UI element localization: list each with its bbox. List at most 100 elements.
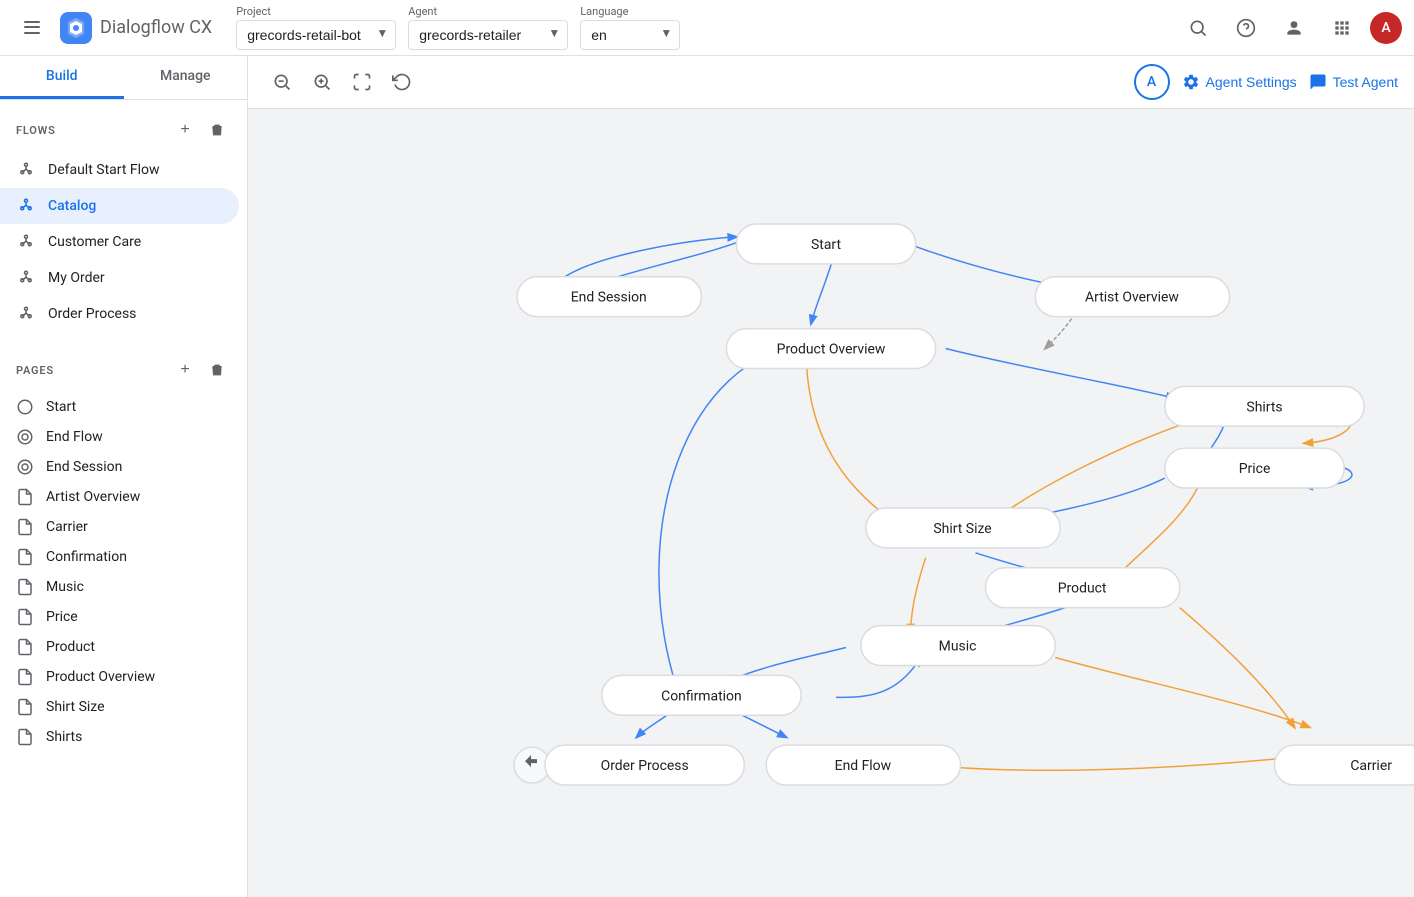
nav-icons: A	[1178, 8, 1402, 48]
page-label: Product	[46, 639, 95, 655]
doc-icon	[16, 578, 34, 596]
flow-icon	[16, 232, 36, 252]
hamburger-button[interactable]	[12, 8, 52, 48]
page-label: End Flow	[46, 429, 103, 445]
page-item-end-flow[interactable]: End Flow	[0, 422, 247, 452]
flows-section: FLOWS + Default Start Flow Catalog	[0, 100, 247, 340]
tab-manage[interactable]: Manage	[124, 56, 248, 99]
pages-actions: +	[171, 356, 231, 384]
page-label: Price	[46, 609, 78, 625]
doc-icon	[16, 668, 34, 686]
page-item-end-session[interactable]: End Session	[0, 452, 247, 482]
search-button[interactable]	[1178, 8, 1218, 48]
zoom-in-icon	[312, 72, 332, 92]
agent-select[interactable]: grecords-retailer	[408, 20, 568, 50]
flows-actions: +	[171, 116, 231, 144]
flows-header: FLOWS +	[0, 108, 247, 152]
delete-page-button[interactable]	[203, 356, 231, 384]
svg-text:Shirt Size: Shirt Size	[933, 521, 991, 537]
doc-icon	[16, 608, 34, 626]
svg-text:Product: Product	[1058, 581, 1107, 597]
sidebar-item-my-order[interactable]: My Order	[0, 260, 239, 296]
help-icon	[1236, 18, 1256, 38]
agent-settings-button[interactable]: Agent Settings	[1182, 73, 1297, 91]
sidebar-item-catalog[interactable]: Catalog	[0, 188, 239, 224]
page-item-carrier[interactable]: Carrier	[0, 512, 247, 542]
project-dropdown: Project grecords-retail-bot ▼	[236, 5, 396, 50]
search-icon	[1188, 18, 1208, 38]
logo-area: Dialogflow CX	[60, 12, 212, 44]
undo-button[interactable]	[384, 64, 420, 100]
canvas-right-tools: A Agent Settings Test Agent	[1134, 64, 1398, 100]
page-item-price[interactable]: Price	[0, 602, 247, 632]
undo-icon	[392, 72, 412, 92]
delete-flow-icon	[209, 122, 225, 138]
svg-text:Artist Overview: Artist Overview	[1085, 290, 1179, 306]
canvas-toolbar: A Agent Settings Test Agent	[248, 56, 1414, 109]
pages-section: PAGES + Start End Flow End Session	[0, 340, 247, 760]
flow-icon	[16, 196, 36, 216]
page-item-product[interactable]: Product	[0, 632, 247, 662]
page-item-shirts[interactable]: Shirts	[0, 722, 247, 752]
sidebar-tabs: Build Manage	[0, 56, 247, 100]
fit-button[interactable]	[344, 64, 380, 100]
flows-title: FLOWS	[16, 124, 56, 137]
hamburger-icon	[20, 16, 44, 40]
apps-icon	[1332, 18, 1352, 38]
tab-build[interactable]: Build	[0, 56, 124, 99]
agent-dropdown: Agent grecords-retailer ▼	[408, 5, 568, 50]
flow-icon	[16, 268, 36, 288]
end-flow-circle-icon	[16, 428, 34, 446]
page-item-confirmation[interactable]: Confirmation	[0, 542, 247, 572]
dialogflow-logo-icon	[60, 12, 92, 44]
flow-icon	[16, 304, 36, 324]
zoom-out-icon	[272, 72, 292, 92]
language-select[interactable]: en	[580, 20, 680, 50]
help-button[interactable]	[1226, 8, 1266, 48]
test-agent-button[interactable]: Test Agent	[1309, 73, 1398, 91]
top-nav: Dialogflow CX Project grecords-retail-bo…	[0, 0, 1414, 56]
page-label: Shirts	[46, 729, 82, 745]
flow-canvas[interactable]: Start End Session Artist Overview Produc…	[248, 109, 1414, 897]
page-item-artist-overview[interactable]: Artist Overview	[0, 482, 247, 512]
svg-text:Music: Music	[939, 638, 977, 654]
page-item-music[interactable]: Music	[0, 572, 247, 602]
add-page-button[interactable]: +	[171, 356, 199, 384]
sidebar-item-order-process[interactable]: Order Process	[0, 296, 239, 332]
page-item-shirt-size[interactable]: Shirt Size	[0, 692, 247, 722]
sidebar-item-label: Catalog	[48, 198, 96, 214]
zoom-in-button[interactable]	[304, 64, 340, 100]
page-item-start[interactable]: Start	[0, 392, 247, 422]
svg-text:Price: Price	[1239, 461, 1271, 477]
language-label: Language	[580, 5, 680, 18]
flow-icon	[16, 160, 36, 180]
project-select[interactable]: grecords-retail-bot	[236, 20, 396, 50]
add-flow-button[interactable]: +	[171, 116, 199, 144]
svg-text:End Flow: End Flow	[835, 758, 892, 774]
agent-avatar-circle: A	[1134, 64, 1170, 100]
apps-button[interactable]	[1322, 8, 1362, 48]
page-label: Shirt Size	[46, 699, 105, 715]
project-label: Project	[236, 5, 396, 18]
doc-icon	[16, 518, 34, 536]
pages-title: PAGES	[16, 364, 54, 377]
sidebar-item-customer-care[interactable]: Customer Care	[0, 224, 239, 260]
page-item-product-overview[interactable]: Product Overview	[0, 662, 247, 692]
fit-icon	[352, 72, 372, 92]
nav-dropdowns: Project grecords-retail-bot ▼ Agent grec…	[236, 5, 1170, 50]
settings-icon	[1182, 73, 1200, 91]
page-label: Music	[46, 579, 84, 595]
account-timer-button[interactable]	[1274, 8, 1314, 48]
page-label: Carrier	[46, 519, 88, 535]
sidebar-item-label: My Order	[48, 270, 105, 286]
svg-text:End Session: End Session	[571, 290, 647, 306]
zoom-out-button[interactable]	[264, 64, 300, 100]
page-label: Artist Overview	[46, 489, 140, 505]
delete-flow-button[interactable]	[203, 116, 231, 144]
svg-text:Product Overview: Product Overview	[777, 342, 886, 358]
user-avatar[interactable]: A	[1370, 12, 1402, 44]
sidebar-item-default-start-flow[interactable]: Default Start Flow	[0, 152, 239, 188]
chat-icon	[1309, 73, 1327, 91]
account-timer-icon	[1284, 18, 1304, 38]
canvas-area: A Agent Settings Test Agent	[248, 56, 1414, 897]
